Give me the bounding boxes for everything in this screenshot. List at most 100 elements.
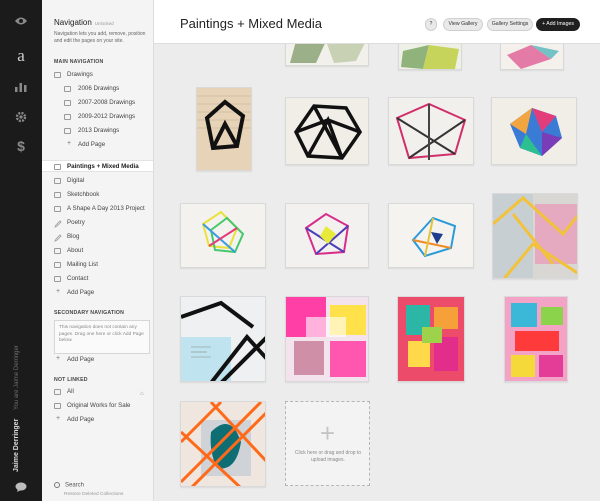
nav-description: Navigation lets you add, remove, positio… [54, 31, 146, 44]
plus-icon: + [55, 355, 61, 362]
nav-item-sketchbook[interactable]: Sketchbook [42, 189, 153, 201]
nav-item-label: Add Page [67, 289, 95, 296]
image-thumbnail[interactable] [491, 97, 577, 165]
nav-item-label: 2006 Drawings [78, 85, 120, 92]
gallery-icon [64, 128, 71, 134]
image-thumbnail[interactable] [492, 193, 578, 279]
nav-item-label: 2013 Drawings [78, 127, 120, 134]
add-page-button-main[interactable]: + Add Page [42, 287, 153, 299]
image-thumbnail[interactable] [397, 296, 465, 382]
nav-item-label: 2009-2012 Drawings [78, 113, 136, 120]
plus-icon: + [66, 140, 72, 147]
nav-item-mailing-list[interactable]: Mailing List [42, 259, 153, 271]
nav-item-label: Mailing List [67, 261, 98, 268]
envelope-icon [54, 276, 61, 282]
eye-icon[interactable] [0, 14, 42, 29]
nav-item-label: Contact [67, 275, 89, 282]
nav-item-drawings[interactable]: Drawings [42, 69, 153, 81]
add-page-button-drawings[interactable]: + Add Page [42, 139, 153, 151]
add-page-button-not-linked[interactable]: + Add Page [42, 414, 153, 426]
nav-title: Navigation Unlocked [54, 18, 114, 27]
upload-dropzone[interactable]: + Click here or drag and drop to upload … [285, 401, 370, 486]
nav-item-poetry[interactable]: Poetry [42, 217, 153, 229]
image-thumbnail[interactable] [285, 97, 369, 165]
gallery-icon [54, 403, 61, 409]
nav-item-label: Blog [67, 233, 80, 240]
nav-item-label: Drawings [67, 71, 93, 78]
image-thumbnail[interactable] [196, 87, 252, 171]
image-thumbnail[interactable] [180, 203, 266, 268]
search-icon [54, 482, 60, 488]
nav-item-label: Poetry [67, 219, 85, 226]
nav-item-label: Sketchbook [67, 191, 100, 198]
add-plus-icon: + [319, 418, 336, 448]
image-thumbnail[interactable] [388, 97, 474, 165]
nav-item-2007-2008-drawings[interactable]: 2007-2008 Drawings [42, 97, 153, 109]
nav-item-label: Add Page [67, 416, 95, 423]
image-thumbnail[interactable] [285, 296, 369, 382]
dollar-icon[interactable]: $ [0, 138, 42, 154]
chat-icon[interactable] [0, 480, 42, 495]
page-header: Paintings + Mixed Media ? View Gallery G… [154, 0, 600, 44]
gallery-settings-button[interactable]: Gallery Settings [487, 18, 533, 31]
nav-item-blog[interactable]: Blog [42, 231, 153, 243]
main-content: Paintings + Mixed Media ? View Gallery G… [154, 0, 600, 501]
nav-item-label: Add Page [78, 141, 106, 148]
nav-item-label: All [67, 388, 74, 395]
nav-item-2009-2012-drawings[interactable]: 2009-2012 Drawings [42, 111, 153, 123]
nav-lock-status[interactable]: Unlocked [95, 21, 114, 26]
page-title: Paintings + Mixed Media [180, 16, 322, 31]
nav-item-label: 2007-2008 Drawings [78, 99, 136, 106]
settings-icon[interactable] [0, 111, 42, 126]
nav-item-label: About [67, 247, 84, 254]
add-images-button[interactable]: + Add Images [536, 18, 580, 31]
nav-item-paintings-mixed-media[interactable]: Paintings + Mixed Media [42, 160, 153, 172]
gallery-icon [64, 114, 71, 120]
page-icon [54, 262, 61, 268]
user-name[interactable]: Jaime Derringer [13, 419, 20, 472]
view-gallery-button[interactable]: View Gallery [443, 18, 483, 31]
navigation-panel: Navigation Unlocked Navigation lets you a… [42, 0, 154, 501]
app-rail: a $ You are Jaime Derringer Jaime Derrin… [0, 0, 42, 501]
nav-item-label: Digital [67, 177, 85, 184]
nav-item-label: Original Works for Sale [67, 402, 131, 409]
image-thumbnail[interactable] [285, 203, 369, 268]
search-link[interactable]: Search [54, 482, 84, 489]
image-thumbnail[interactable] [398, 40, 462, 70]
image-thumbnail[interactable] [388, 203, 474, 268]
gallery-icon [54, 389, 61, 395]
nav-item-contact[interactable]: Contact [42, 273, 153, 285]
add-page-button-secondary[interactable]: + Add Page [42, 354, 153, 366]
help-button[interactable]: ? [425, 18, 437, 31]
signed-in-text: You are Jaime Derringer [14, 345, 20, 410]
restore-deleted-link[interactable]: Restore Deleted Collections [64, 492, 123, 497]
home-icon: ⌂ [140, 391, 144, 397]
image-thumbnail[interactable] [180, 296, 266, 382]
gallery-icon [54, 206, 61, 212]
image-thumbnail[interactable] [500, 40, 564, 70]
image-thumbnail[interactable] [180, 401, 266, 487]
main-navigation-heading: MAIN NAVIGATION [54, 59, 104, 65]
nav-item-2013-drawings[interactable]: 2013 Drawings [42, 125, 153, 137]
stats-icon[interactable] [0, 80, 42, 95]
logo-a-icon[interactable]: a [0, 46, 42, 66]
search-label: Search [65, 482, 85, 489]
secondary-navigation-heading: SECONDARY NAVIGATION [54, 310, 125, 316]
nav-item-about[interactable]: About [42, 245, 153, 257]
secondary-empty-note: This navigation does not contain any pag… [54, 320, 150, 354]
nav-item-label: Add Page [67, 356, 95, 363]
nav-item-shape-a-day[interactable]: A Shape A Day 2013 Project [42, 203, 153, 215]
not-linked-heading: NOT LINKED [54, 377, 88, 383]
image-thumbnail[interactable] [504, 296, 568, 382]
gallery-icon [54, 192, 61, 198]
pencil-icon [54, 220, 62, 228]
nav-item-digital[interactable]: Digital [42, 175, 153, 187]
nav-item-original-works[interactable]: Original Works for Sale [42, 400, 153, 412]
nav-item-2006-drawings[interactable]: 2006 Drawings [42, 83, 153, 95]
page-icon [54, 248, 61, 254]
nav-title-text: Navigation [54, 18, 92, 27]
upload-instructions: Click here or drag and drop to upload im… [294, 450, 362, 463]
nav-item-all[interactable]: All ⌂ [42, 386, 153, 398]
blog-icon [54, 234, 62, 242]
plus-icon: + [55, 288, 61, 295]
